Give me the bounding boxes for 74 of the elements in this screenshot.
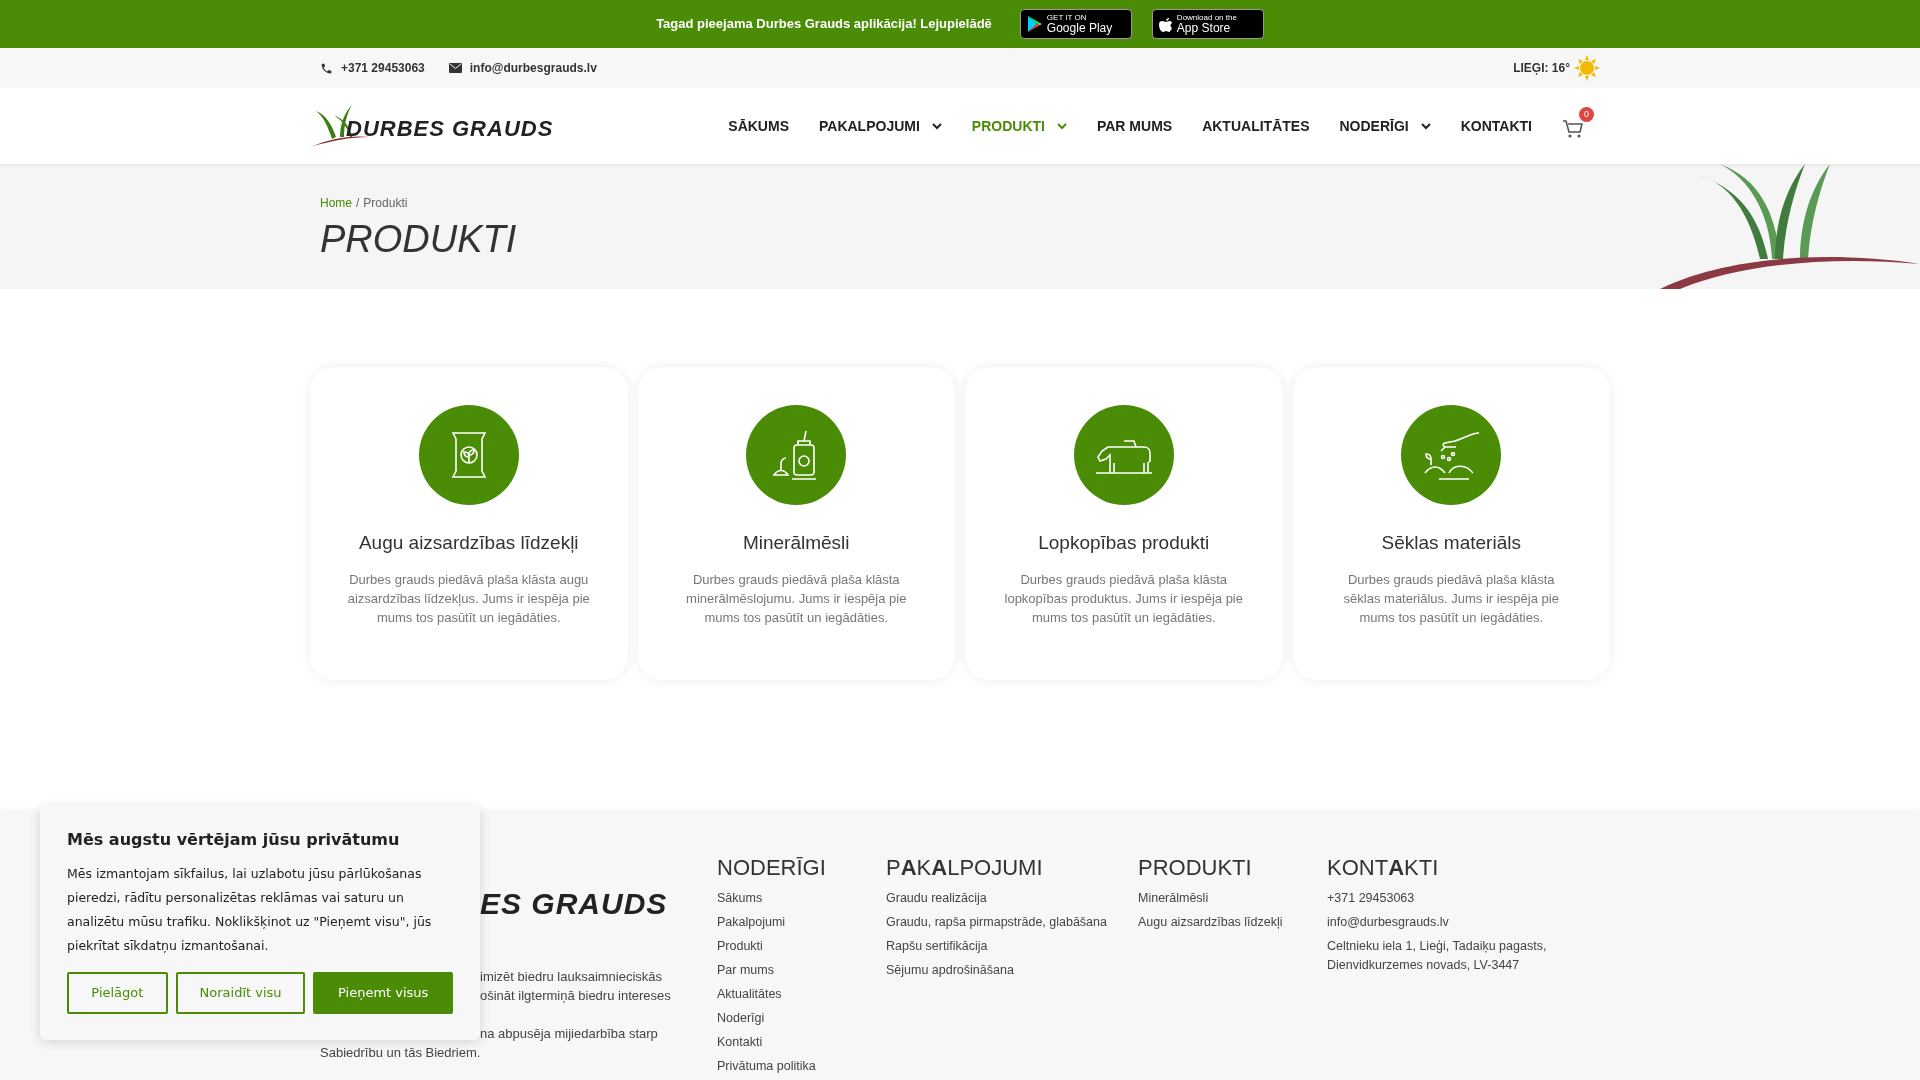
apple-icon <box>1158 15 1173 33</box>
product-card[interactable]: Sēklas materiāls Durbes grauds piedāvā plaša klāsta sēklas materiālus. Jums ir iespēja pie mums tos pasūtīt un iegādāties. <box>1292 367 1610 680</box>
card-title: Augu aizsardzības līdzekļi <box>358 531 579 555</box>
footer-link[interactable]: Pakalpojumi <box>717 910 886 934</box>
card-description: Durbes grauds piedāvā plaša klāsta augu aizsardzības līdzekļus. Jums ir iespēja pie mums tos pasūtīt un iegādāties. <box>346 570 591 627</box>
nav-link[interactable]: PAR MUMS <box>1096 115 1173 137</box>
badge-store-name: Google Play <box>1046 22 1113 34</box>
footer-link[interactable]: Aktualitātes <box>717 982 886 1006</box>
breadcrumb-link[interactable]: Home <box>320 194 352 212</box>
footer-heading: PRODUKTI <box>1138 854 1253 882</box>
footer-link[interactable]: info@durbesgrauds.lv <box>1327 910 1567 934</box>
card-title: Sēklas materiāls <box>1381 531 1521 555</box>
card-description: Durbes grauds piedāvā plaša klāsta sēklas materiālus. Jums ir iespēja pie mums tos pasūtīt un iegādāties. <box>1342 570 1560 627</box>
nav-link[interactable]: NODERĪGI <box>1339 115 1431 137</box>
nav-link[interactable]: KONTAKTI <box>1460 115 1532 137</box>
footer-logo-text: ES GRAUDS <box>480 887 669 921</box>
footer-link[interactable]: Augu aizsardzības līdzekļi <box>1138 910 1327 934</box>
card-description: Durbes grauds piedāvā plaša klāsta lopkopības produktus. Jums ir iespēja pie mums tos pasūtīt un iegādāties. <box>1003 570 1244 627</box>
nav-link[interactable]: SĀKUMS <box>728 115 789 137</box>
footer-link[interactable]: Noderīgi <box>717 1006 886 1030</box>
sun-icon <box>1574 55 1600 81</box>
badge-small-text: GET IT ON <box>1046 14 1088 22</box>
store-badge[interactable]: GET IT ON Google Play <box>1019 9 1132 39</box>
email-address[interactable]: info@durbesgrauds.lv <box>469 59 597 77</box>
mail-icon <box>448 63 462 73</box>
footer-link[interactable]: Minerālmēsli <box>1138 886 1327 910</box>
footer-link[interactable]: Sējumu apdrošināšana <box>886 958 1138 982</box>
footer-heading: PAKALPOJUMI <box>886 854 1044 882</box>
footer-description: ošināt ilgtermiņā biedru intereses <box>480 987 672 1005</box>
hand-seeds-icon <box>1421 429 1482 481</box>
page-title: PRODUKTI <box>320 217 518 262</box>
cookie-button[interactable]: Noraidīt visu <box>175 972 306 1014</box>
cart-icon <box>1562 119 1584 139</box>
cart-button[interactable]: 0 <box>1562 107 1594 139</box>
play-store-icon <box>1026 15 1043 33</box>
product-card[interactable]: Lopkopības produkti Durbes grauds piedāvā plaša klāsta lopkopības produktus. Jums ir iespēja pie mums tos pasūtīt un iegādāties. <box>965 367 1283 680</box>
footer-heading: NODERĪGI <box>717 854 827 882</box>
footer-link[interactable]: Rapšu sertifikācija <box>886 934 1138 958</box>
phone-icon <box>320 61 333 75</box>
weather-text: LIEĢI: 16° <box>1513 60 1570 77</box>
promo-text: Tagad pieejama Durbes Grauds aplikācija! Lejupielādē <box>656 15 992 34</box>
footer-link[interactable]: Par mums <box>717 958 886 982</box>
nav-link[interactable]: AKTUALITĀTES <box>1202 115 1310 137</box>
footer-link[interactable]: Graudu realizācija <box>886 886 1138 910</box>
cookie-button[interactable]: Pieņemt visus <box>313 972 453 1014</box>
product-card[interactable]: Augu aizsardzības līdzekļi Durbes grauds piedāvā plaša klāsta augu aizsardzības līdzekļus. Jums ir iespēja pie mums tos pasūtīt un iegādāties. <box>310 367 628 680</box>
badge-store-name: App Store <box>1176 22 1232 34</box>
footer-link[interactable]: Privātuma politika <box>717 1054 886 1078</box>
footer-link[interactable]: Produkti <box>717 934 886 958</box>
breadcrumb-separator: / <box>356 195 360 212</box>
nav-link[interactable]: PAKALPOJUMI <box>818 115 942 137</box>
store-badge[interactable]: Download on the App Store <box>1151 9 1264 39</box>
card-title: Minerālmēsli <box>742 531 850 555</box>
cart-count: 0 <box>1579 107 1594 122</box>
product-card[interactable]: Minerālmēsli Durbes grauds piedāvā plaša klāsta minerālmēslojumu. Jums ir iespēja pie mums tos pasūtīt un iegādāties. <box>637 367 955 680</box>
phone-number[interactable]: +371 29453063 <box>341 59 425 77</box>
breadcrumb-current: Produkti <box>363 195 408 212</box>
footer-heading: KONTAKTI <box>1327 854 1440 882</box>
footer-link[interactable]: Kontakti <box>717 1030 886 1054</box>
cookie-title: Mēs augstu vērtējam jūsu privātumu <box>67 829 401 851</box>
footer-description: Sabiedrību un tās Biedriem. <box>320 1044 482 1062</box>
cookie-button[interactable]: Pielāgot <box>67 972 168 1014</box>
footer-link[interactable]: Sākums <box>717 886 886 910</box>
footer-link[interactable]: Graudu, rapša pirmapstrāde, glabāšana <box>886 910 1138 934</box>
footer-description: imizēt biedru lauksaimnieciskās <box>480 968 664 986</box>
footer-description: na abpusēja mijiedarbība starp <box>480 1025 659 1043</box>
nav-link[interactable]: PRODUKTI <box>971 115 1067 137</box>
footer-link[interactable]: +371 29453063 <box>1327 886 1567 910</box>
footer-link[interactable]: Celtnieku iela 1, Lieģi, Tadaiķu pagasts, Dienvidkurzemes novads, LV-3447 <box>1327 934 1567 977</box>
card-description: Durbes grauds piedāvā plaša klāsta minerālmēslojumu. Jums ir iespēja pie mums tos pasūtīt un iegādāties. <box>685 570 908 627</box>
logo-text[interactable]: DURBES GRAUDS <box>346 111 554 145</box>
card-title: Lopkopības produkti <box>1038 531 1210 555</box>
badge-small-text: Download on the <box>1176 14 1237 22</box>
cookie-text: Mēs izmantojam sīkfailus, lai uzlabotu jūsu pārlūkošanas pieredzi, rādītu personalizētas reklāmas vai saturu un analizētu mūsu trafiku. Noklikšķinot uz "Pieņemt visu", jūs piekrītat sīkdatņu izmantošanai. <box>67 865 433 955</box>
